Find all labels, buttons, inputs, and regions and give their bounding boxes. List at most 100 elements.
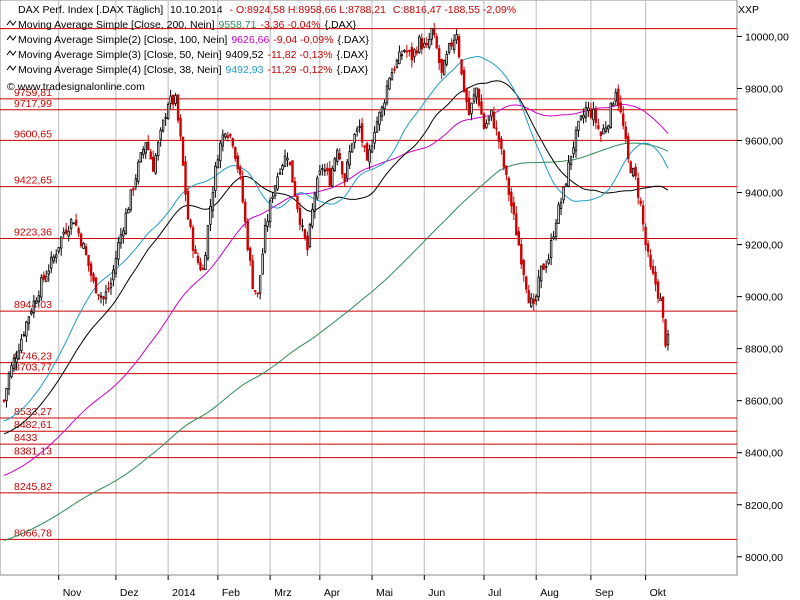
ma-legend-label: Moving Average Simple(4) [Close, 38, Nei…	[18, 64, 222, 76]
y-tick-label: 8000,00	[745, 552, 783, 564]
candle	[477, 87, 481, 108]
candle-body	[221, 134, 225, 147]
candle-body	[373, 132, 376, 144]
candle	[631, 167, 635, 178]
candle-body	[383, 102, 386, 109]
candle-body	[132, 188, 135, 191]
candle-body	[477, 88, 481, 106]
candle-body	[84, 246, 88, 256]
y-tick-label: 9200,00	[745, 240, 783, 252]
candle-body	[258, 275, 262, 294]
candle-body	[442, 60, 446, 76]
candle-body	[355, 128, 359, 132]
candle-body	[104, 291, 108, 300]
candle-body	[154, 155, 157, 174]
candle-body	[492, 111, 496, 129]
candle	[664, 318, 667, 348]
candle-body	[599, 131, 603, 136]
candle-body	[59, 236, 63, 249]
candle	[308, 222, 312, 249]
ma-legend-label: Moving Average Simple(2) [Close, 100, Ne…	[18, 34, 227, 46]
candle-body	[236, 155, 239, 170]
candle-body	[261, 253, 264, 275]
candle-body	[445, 53, 448, 65]
candle-body	[378, 111, 381, 125]
candle-body	[430, 28, 433, 40]
candle-body	[467, 97, 471, 116]
level-label: 8533,27	[14, 406, 52, 418]
candle-body	[244, 201, 247, 222]
candle-body	[296, 195, 299, 210]
candle-body	[35, 300, 38, 304]
candle-body	[547, 259, 550, 264]
candle-body	[137, 161, 140, 182]
candle-body	[20, 338, 23, 351]
candle-body	[64, 229, 68, 234]
candle-body	[316, 177, 319, 199]
candle-body	[196, 255, 200, 263]
candle	[206, 224, 210, 261]
y-tick-label: 9800,00	[745, 83, 783, 95]
candle-body	[204, 255, 207, 270]
candle-body	[276, 176, 279, 190]
candle-body	[420, 38, 423, 50]
candle-body	[119, 234, 123, 244]
candle-body	[368, 149, 371, 163]
candle-body	[166, 103, 170, 120]
ma-legend-value: 9626,66	[231, 34, 269, 46]
candle-body	[191, 227, 195, 251]
candle-body	[336, 149, 339, 162]
candle-body	[62, 231, 65, 235]
candle	[395, 58, 399, 69]
candle-body	[485, 123, 488, 128]
candle-body	[507, 177, 511, 195]
candle-body	[2, 399, 6, 402]
candle-body	[301, 225, 304, 228]
candle-body	[634, 166, 637, 177]
candle-body	[428, 39, 431, 48]
candle-body	[326, 167, 329, 172]
candle-body	[251, 260, 254, 290]
candle-body	[40, 277, 43, 298]
ma-legend-row: Moving Average Simple(2) [Close, 100, Ne…	[18, 34, 369, 46]
candle-body	[271, 196, 274, 199]
candle-body	[142, 148, 145, 156]
candle-body	[92, 273, 95, 282]
candle-body	[517, 231, 520, 246]
candle-body	[393, 68, 396, 71]
candle-body	[321, 168, 324, 170]
candle-body	[661, 296, 665, 318]
candle-body	[179, 117, 182, 137]
y-tick-label: 8600,00	[745, 396, 783, 408]
candle-body	[646, 243, 650, 252]
candle-body	[462, 69, 466, 92]
level-label: 9600,65	[14, 128, 52, 140]
candle-body	[480, 101, 483, 115]
candle-body	[666, 334, 670, 346]
candle-body	[15, 357, 18, 363]
candle-body	[505, 165, 508, 175]
candle-body	[345, 161, 349, 179]
x-tick-label: Jun	[428, 587, 445, 599]
candle-body	[328, 168, 331, 186]
candle-body	[405, 50, 409, 53]
ma-legend-symbol: {.DAX}	[337, 64, 369, 76]
candle-body	[306, 235, 309, 251]
candle-body	[293, 181, 297, 197]
y-tick-label: 8800,00	[745, 344, 783, 356]
ma-legend-symbol: {.DAX}	[337, 49, 369, 61]
candle-body	[79, 233, 83, 247]
candle-body	[139, 152, 142, 163]
candle-body	[639, 200, 642, 204]
candle-body	[308, 224, 312, 248]
candle-body	[413, 49, 416, 58]
candle-body	[353, 133, 356, 143]
candle-body	[617, 88, 620, 106]
candle-body	[216, 159, 220, 169]
x-tick-label: Sep	[595, 587, 614, 599]
candle-body	[475, 87, 478, 98]
candle-body	[579, 115, 583, 120]
candle-body	[360, 123, 364, 143]
x-tick-label: Okt	[650, 587, 666, 599]
candle-body	[425, 42, 428, 46]
